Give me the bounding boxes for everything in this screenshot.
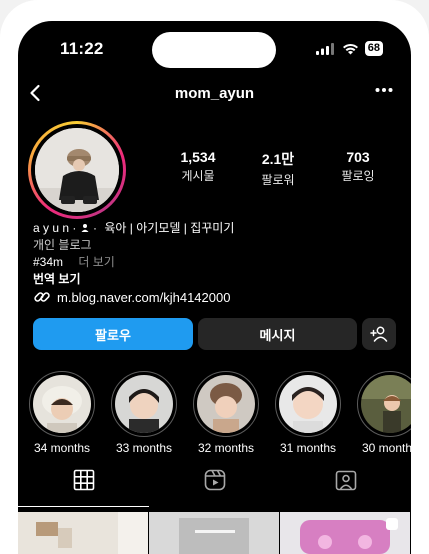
highlight-thumbnail-image: [197, 375, 255, 433]
profile-category: 개인 블로그: [33, 238, 92, 252]
active-tab-indicator: [18, 506, 149, 507]
phone-screen: 11:22 68 mom_ayun 1,534 게시물 2.1만 팔로워 703…: [18, 21, 411, 554]
signal-icon: [315, 42, 334, 55]
status-icons: 68: [315, 41, 383, 56]
highlight-thumbnail-image: [279, 375, 337, 433]
profile-username: mom_ayun: [174, 85, 255, 102]
message-button[interactable]: 메시지: [198, 318, 357, 350]
followers-count: 2.1만: [261, 151, 295, 167]
display-name: a y u n ·: [33, 221, 77, 235]
highlight-item[interactable]: 33 months: [110, 371, 178, 455]
story-highlights: 34 months 33 months 32 months 31 months …: [28, 371, 411, 456]
highlight-item[interactable]: 34 months: [28, 371, 96, 455]
highlight-thumbnail-image: [33, 375, 91, 433]
link-icon: [34, 292, 50, 302]
posts-label: 게시물: [181, 169, 215, 183]
highlight-label: 30 months: [361, 441, 411, 455]
posts-grid: [18, 512, 411, 554]
bio-line: #34m 더 보기: [33, 254, 234, 271]
bio-more-link[interactable]: 더 보기: [78, 255, 114, 269]
baby-icon: [81, 224, 89, 232]
bio-hashtag-text: #34m: [33, 255, 64, 269]
grid-icon: [73, 469, 94, 491]
posts-count: 1,534: [180, 149, 216, 165]
bio-headline: 육아 | 아기모델 | 집꾸미기: [104, 221, 235, 235]
followers-label: 팔로워: [261, 173, 295, 187]
tab-posts-grid[interactable]: [18, 469, 149, 507]
add-person-icon: [370, 326, 388, 342]
highlight-label: 31 months: [279, 441, 337, 455]
highlight-item[interactable]: 30 months: [356, 371, 411, 455]
dynamic-island: [152, 32, 276, 68]
post-thumbnail[interactable]: [280, 512, 410, 554]
avatar-story-ring[interactable]: [28, 121, 126, 219]
following-count: 703: [346, 149, 370, 165]
post-image: [18, 512, 148, 554]
highlight-label: 34 months: [33, 441, 91, 455]
post-image: [280, 512, 410, 554]
followers-stat[interactable]: 2.1만 팔로워: [248, 149, 308, 188]
following-stat[interactable]: 703 팔로잉: [328, 149, 388, 188]
avatar-photo-image: [35, 128, 119, 212]
profile-bio: a y u n · · 육아 | 아기모델 | 집꾸미기 개인 블로그 #34m…: [33, 220, 234, 288]
display-name-dot: ·: [93, 221, 98, 235]
profile-tabs: [18, 469, 411, 507]
following-label: 팔로잉: [341, 169, 375, 183]
profile-actions: 팔로우 메시지: [33, 318, 396, 350]
more-options-icon[interactable]: [375, 87, 393, 93]
profile-link-text: m.blog.naver.com/kjh4142000: [57, 289, 231, 305]
wifi-icon: [342, 43, 358, 54]
reels-icon: [204, 469, 225, 491]
avatar: [35, 128, 119, 212]
translate-link[interactable]: 번역 보기: [33, 271, 234, 288]
highlight-thumbnail-image: [361, 375, 411, 433]
highlight-thumbnail-image: [115, 375, 173, 433]
tab-tagged[interactable]: [280, 469, 411, 505]
highlight-item[interactable]: 31 months: [274, 371, 342, 455]
profile-header: mom_ayun: [18, 83, 411, 109]
posts-stat[interactable]: 1,534 게시물: [168, 149, 228, 188]
highlight-label: 33 months: [115, 441, 173, 455]
post-image: [149, 512, 279, 554]
battery-indicator: 68: [364, 41, 383, 56]
post-thumbnail[interactable]: [18, 512, 148, 554]
bio-name-row: a y u n · · 육아 | 아기모델 | 집꾸미기: [33, 220, 234, 237]
follow-button[interactable]: 팔로우: [33, 318, 193, 350]
tagged-icon: [335, 470, 356, 491]
status-time: 11:22: [60, 39, 104, 58]
tab-reels[interactable]: [149, 469, 280, 505]
profile-stats: 1,534 게시물 2.1만 팔로워 703 팔로잉: [168, 149, 388, 188]
post-thumbnail[interactable]: [149, 512, 279, 554]
highlight-item[interactable]: 32 months: [192, 371, 260, 455]
phone-frame: 11:22 68 mom_ayun 1,534 게시물 2.1만 팔로워 703…: [0, 0, 429, 554]
suggest-people-button[interactable]: [362, 318, 396, 350]
profile-link[interactable]: m.blog.naver.com/kjh4142000: [33, 288, 230, 306]
highlight-label: 32 months: [197, 441, 255, 455]
